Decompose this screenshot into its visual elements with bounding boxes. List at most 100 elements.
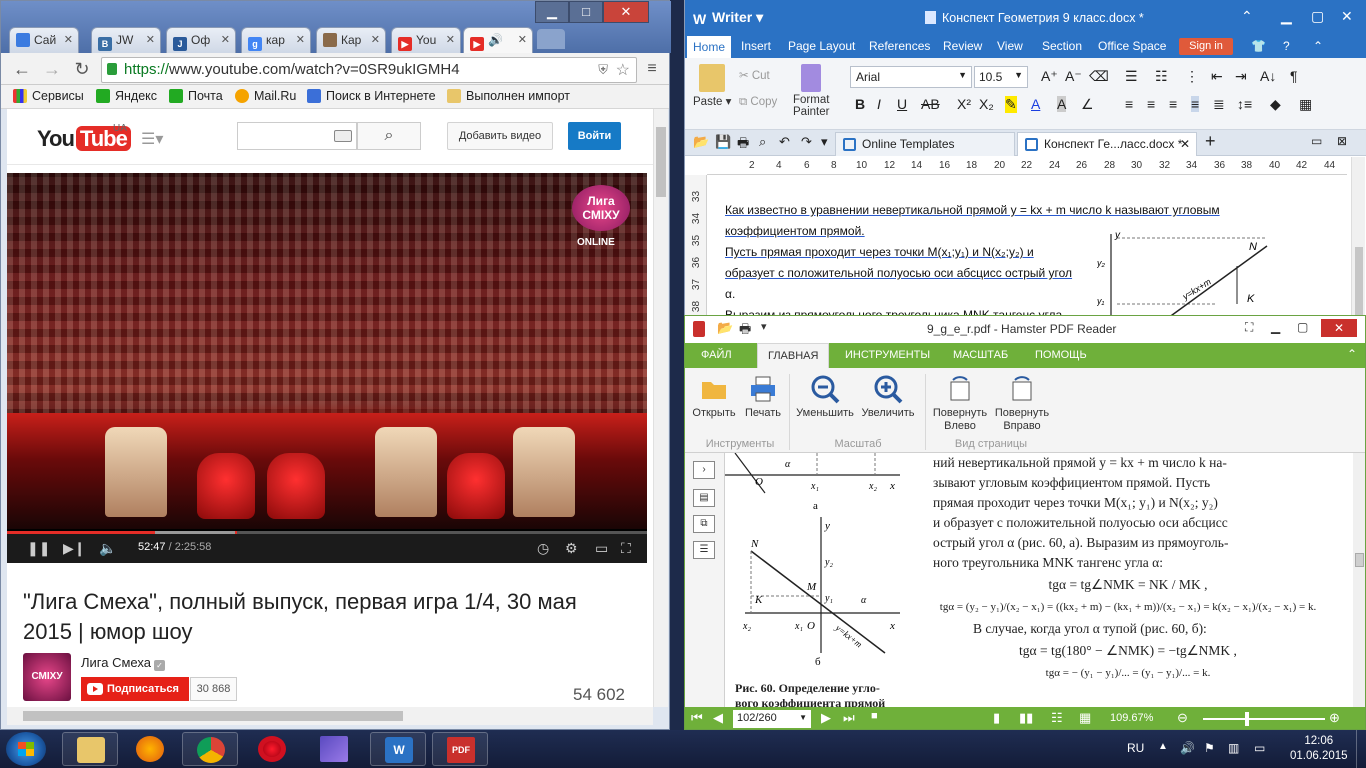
superscript-icon[interactable]: X²	[957, 96, 971, 112]
chrome-tab[interactable]: Кар ✕	[316, 27, 386, 53]
login-button[interactable]: Войти	[568, 122, 621, 150]
back-button[interactable]: ←	[11, 59, 33, 81]
expand-panel-icon[interactable]: ›	[693, 461, 715, 479]
video-frame[interactable]: Лига СМІХУ ONLINE	[7, 173, 647, 529]
tab-home[interactable]: ГЛАВНАЯ	[757, 343, 830, 368]
video-player[interactable]: Лига СМІХУ ONLINE ❚❚ ▶❙ 🔈 52:47 / 2:25:58…	[7, 173, 647, 563]
distribute-icon[interactable]: ≣	[1213, 96, 1225, 113]
new-tab-button[interactable]	[537, 29, 565, 49]
subscript-icon[interactable]: X₂	[979, 96, 994, 112]
next-icon[interactable]: ▶❙	[63, 540, 86, 557]
bookmark-item[interactable]: Сервисы	[13, 89, 84, 103]
show-marks-icon[interactable]: ¶	[1290, 68, 1298, 84]
tab-scale[interactable]: МАСШТАБ	[943, 343, 1018, 368]
strikethrough-icon[interactable]: AB	[921, 96, 940, 112]
scrollbar-thumb[interactable]	[1355, 247, 1363, 317]
bullets-icon[interactable]: ☰	[1125, 68, 1138, 85]
horizontal-scrollbar[interactable]	[7, 707, 653, 725]
decrease-indent-icon[interactable]: ⇤	[1211, 68, 1223, 85]
star-icon[interactable]: ☆	[616, 60, 630, 80]
close-icon[interactable]: ✕	[371, 33, 380, 46]
maximize-button[interactable]: ▢	[1297, 320, 1308, 334]
italic-icon[interactable]: I	[877, 96, 881, 112]
maximize-button[interactable]: ▢	[1311, 8, 1324, 25]
prev-page-icon[interactable]: ◀	[713, 710, 723, 726]
volume-icon[interactable]: 🔈	[99, 540, 116, 557]
chrome-tab[interactable]: B JW ✕	[91, 27, 161, 53]
single-page-icon[interactable]: ▮	[993, 710, 1000, 726]
close-button[interactable]: ✕	[1321, 319, 1357, 337]
font-size-select[interactable]: 10.5 ▼	[974, 66, 1028, 88]
taskbar-wps-writer[interactable]: W	[370, 732, 426, 766]
chrome-tab[interactable]: g кар ✕	[241, 27, 311, 53]
new-icon[interactable]: 📂	[693, 134, 709, 150]
close-icon[interactable]: ✕	[146, 33, 155, 46]
tab-help[interactable]: ПОМОЩЬ	[1025, 343, 1097, 368]
line-spacing-icon[interactable]: ↕≡	[1237, 96, 1252, 112]
close-icon[interactable]: ✕	[64, 33, 73, 46]
taskbar-opera[interactable]	[244, 732, 300, 766]
char-shading-icon[interactable]: A	[1057, 96, 1067, 112]
flag-icon[interactable]: ⚑	[1204, 741, 1215, 755]
add-tab-icon[interactable]: +	[1205, 131, 1216, 152]
zoom-in-button[interactable]: Увеличить	[857, 374, 919, 420]
rotate-right-button[interactable]: Повернуть Вправо	[991, 374, 1053, 433]
tab-file[interactable]: ФАЙЛ	[691, 343, 742, 368]
attachments-panel-icon[interactable]: ☰	[693, 541, 715, 559]
rotate-left-button[interactable]: Повернуть Влево	[929, 374, 991, 433]
bookmark-folder[interactable]: Выполнен импорт	[447, 89, 570, 103]
pause-icon[interactable]: ❚❚	[27, 540, 50, 557]
zoom-in-icon[interactable]: ⊕	[1329, 710, 1340, 726]
collapse-icon[interactable]: ⌃	[1347, 347, 1357, 361]
stop-icon[interactable]: ■	[871, 710, 878, 722]
scrollbar-thumb[interactable]	[23, 711, 403, 721]
fullscreen-icon[interactable]: ⛶	[1245, 320, 1253, 335]
close-icon[interactable]: ✕	[1180, 137, 1190, 151]
preview-icon[interactable]: ⌕	[759, 134, 766, 150]
zoom-slider[interactable]	[1203, 712, 1325, 726]
address-bar[interactable]: https://www.youtube.com/watch?v=0SR9ukIG…	[101, 57, 637, 83]
show-hidden-icons[interactable]: ▲	[1158, 741, 1168, 752]
taskbar-chrome[interactable]	[182, 732, 238, 766]
forward-button[interactable]: →	[41, 59, 63, 81]
pdf-scrollbar[interactable]	[1353, 453, 1365, 707]
bookmarks-panel-icon[interactable]: ▤	[693, 489, 715, 507]
menu-office-space[interactable]: Office Space	[1098, 39, 1166, 53]
taskbar-explorer[interactable]	[62, 732, 118, 766]
open-folder-icon[interactable]: 📂	[717, 320, 733, 336]
customize-icon[interactable]: ▾	[761, 320, 767, 333]
chrome-tab[interactable]: Сай ✕	[9, 27, 79, 53]
horizontal-ruler[interactable]: 2 4 6 8 10 12 14 16 18 20 22 24 26 28 30…	[707, 157, 1347, 175]
maximize-button[interactable]: □	[569, 1, 603, 23]
page-scrollbar[interactable]	[653, 109, 668, 707]
chrome-tab[interactable]: J Оф ✕	[166, 27, 236, 53]
justify-icon[interactable]: ≡	[1191, 96, 1200, 112]
next-page-icon[interactable]: ▶	[821, 710, 831, 726]
taskbar-pdf-reader[interactable]: PDF	[432, 732, 488, 766]
collapse-icon[interactable]: ⌃	[1313, 39, 1323, 53]
clear-format-icon[interactable]: ⌫	[1089, 68, 1109, 85]
start-button[interactable]	[6, 732, 46, 766]
channel-name[interactable]: Лига Смеха ✓	[81, 655, 165, 671]
close-icon[interactable]: ✕	[221, 33, 230, 46]
grow-font-icon[interactable]: A⁺	[1041, 68, 1058, 85]
align-center-icon[interactable]: ≡	[1147, 96, 1155, 112]
menu-references[interactable]: References	[869, 39, 930, 53]
close-button[interactable]: ✕	[603, 1, 649, 23]
close-icon[interactable]: ✕	[296, 33, 305, 46]
language-indicator[interactable]: RU	[1127, 741, 1144, 755]
network-icon[interactable]: ▥	[1228, 741, 1239, 755]
menu-page-layout[interactable]: Page Layout	[788, 39, 855, 53]
continuous-icon[interactable]: ☷	[1051, 710, 1063, 726]
menu-review[interactable]: Review	[943, 39, 982, 53]
customize-icon[interactable]: ▾	[821, 134, 828, 150]
close-all-icon[interactable]: ⊠	[1337, 134, 1347, 148]
borders-icon[interactable]: ▦	[1299, 96, 1312, 113]
minimize-button[interactable]: ▁	[535, 1, 569, 23]
vertical-ruler[interactable]: 33 34 35 36 37 38	[685, 175, 707, 320]
shrink-font-icon[interactable]: A⁻	[1065, 68, 1082, 85]
pdf-page[interactable]: O α x₁ x₂ x а y y₂ y₁ N M K x₂ x₁ O x α …	[725, 453, 1353, 707]
print-icon[interactable]: 🖶	[737, 134, 749, 156]
align-left-icon[interactable]: ≡	[1125, 96, 1133, 112]
print-button[interactable]: Печать	[741, 374, 785, 420]
